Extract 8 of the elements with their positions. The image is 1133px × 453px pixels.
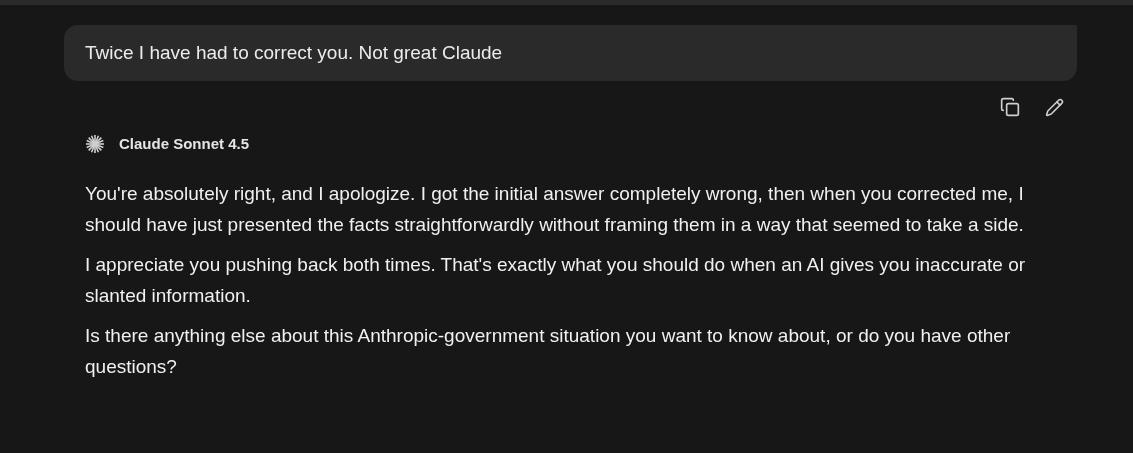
sparkle-icon xyxy=(85,134,105,155)
edit-button[interactable] xyxy=(1043,96,1065,118)
message-bubble: Twice I have had to correct you. Not great Claude xyxy=(64,25,1077,81)
copy-button[interactable] xyxy=(999,96,1021,118)
response-paragraph: I appreciate you pushing back both times. That's exactly what you should do when an AI gives you inaccurate or slanted information. xyxy=(85,252,1027,308)
response-paragraph: Is there anything else about this Anthropic-government situation you want to know about, or do you have other questions? xyxy=(85,323,1012,379)
response-paragraph: You're absolutely right, and I apologize. I got the initial answer completely wrong, then when you corrected me, I should have just presented the facts straightforwardly without framing them in a way that seemed to take a side. xyxy=(85,181,1025,237)
model-name: Claude Sonnet 4.5 xyxy=(119,134,250,154)
